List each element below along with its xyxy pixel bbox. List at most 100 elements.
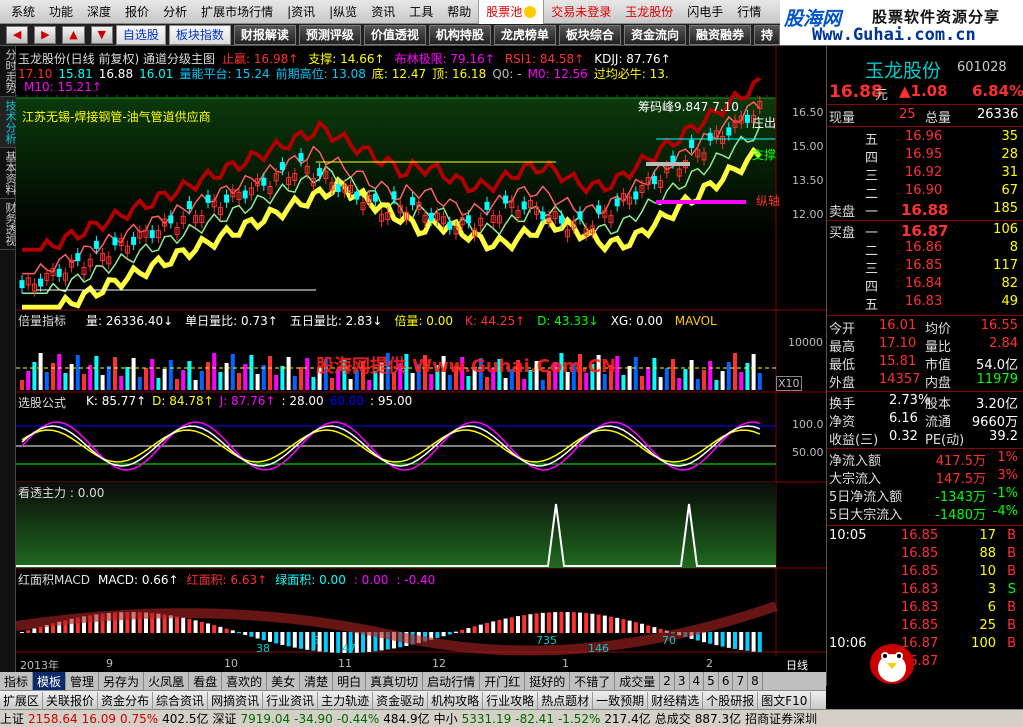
volume-bar (26, 371, 31, 390)
down-icon[interactable]: ▼ (90, 25, 113, 44)
menu-item-3[interactable]: 报价 (118, 0, 156, 24)
flow-label: 5日大宗流入 (829, 508, 903, 523)
watermark: 股海网提供 Www.Guhai.Com.CN (316, 356, 617, 377)
func-tab-1[interactable]: 关联报价 (43, 691, 99, 709)
menu-item-7[interactable]: |纵览 (322, 0, 364, 24)
toolbar-tab-6[interactable]: 资金流向 (623, 24, 686, 45)
menu-item-9[interactable]: 工具 (402, 0, 440, 24)
left-tab-0[interactable]: 分时走势 (0, 46, 17, 97)
toolbar-tab-7[interactable]: 融资融券 (688, 24, 751, 45)
toolbar-tab-light-1[interactable]: 板块指数 (168, 24, 231, 45)
macd-bar (584, 613, 589, 633)
trade-login-alert[interactable]: 交易未登录 (544, 0, 618, 24)
quote-panel: 玉龙股份 601028 16.88 元 ▲1.08 6.84% 现量 25 总量… (826, 46, 1023, 686)
func-tab-12[interactable]: 财经精选 (648, 691, 704, 709)
func-tab-13[interactable]: 个股研报 (703, 691, 759, 709)
menu-item-5[interactable]: 扩展市场行情 (194, 0, 280, 24)
menu-item-8[interactable]: 资讯 (364, 0, 402, 24)
view-tab-5[interactable]: 看盘 (189, 672, 223, 690)
menu-item-0[interactable]: 系统 (4, 0, 42, 24)
func-tab-6[interactable]: 主力轨迹 (318, 691, 374, 709)
view-tab-11[interactable]: 启动行情 (423, 672, 481, 690)
toolbar-tab-1[interactable]: 预测评级 (298, 24, 361, 45)
view-tab-7[interactable]: 美女 (267, 672, 301, 690)
candle (19, 280, 25, 289)
func-tab-3[interactable]: 综合资讯 (153, 691, 209, 709)
func-tab-11[interactable]: 一致预期 (593, 691, 649, 709)
template-num-3[interactable]: 3 (675, 672, 690, 690)
view-tab-4[interactable]: 火凤凰 (144, 672, 190, 690)
back-icon[interactable]: ◀ (6, 25, 29, 44)
flash-trade-button[interactable]: 闪电手 (680, 0, 730, 24)
func-tab-9[interactable]: 行业攻略 (483, 691, 539, 709)
chart-area[interactable]: 玉龙股份(日线 前复权) 通道分级主图 止赢: 16.98↑ 支撑: 14.66↑… (15, 46, 826, 658)
template-num-4[interactable]: 4 (690, 672, 705, 690)
volume-bar (156, 378, 161, 390)
func-tab-0[interactable]: 扩展区 (0, 691, 44, 709)
volume-bar (702, 370, 706, 390)
view-tab-10[interactable]: 真真切切 (366, 672, 424, 690)
func-tab-7[interactable]: 资金驱动 (373, 691, 429, 709)
func-tab-8[interactable]: 机构攻略 (428, 691, 484, 709)
view-tab-8[interactable]: 清楚 (300, 672, 334, 690)
stock-pool-button[interactable]: 股票池 (478, 0, 545, 24)
left-tab-1[interactable]: 技术分析 (0, 97, 17, 148)
view-tab-14[interactable]: 不错了 (570, 672, 616, 690)
vh-items-item-3: 倍量: 0.00 (394, 314, 454, 328)
menu-item-1[interactable]: 功能 (42, 0, 80, 24)
stock-link[interactable]: 玉龙股份 (618, 0, 680, 24)
toolbar-tab-2[interactable]: 价值透视 (363, 24, 426, 45)
view-tab-1[interactable]: 模板 (33, 672, 67, 690)
candle (503, 195, 509, 204)
macd-label-2: 47 (342, 642, 356, 655)
view-tab-0[interactable]: 指标 (0, 672, 34, 690)
view-tab-13[interactable]: 挺好的 (525, 672, 571, 690)
stock-pool-label: 股票池 (486, 5, 523, 19)
view-tab-12[interactable]: 开门红 (480, 672, 526, 690)
func-tab-14[interactable]: 图文F10 (758, 691, 812, 709)
menu-item-10[interactable]: 帮助 (440, 0, 478, 24)
view-tab-6[interactable]: 喜欢的 (222, 672, 268, 690)
macd-bar (323, 632, 328, 653)
left-tab-3[interactable]: 财务透视 (0, 199, 17, 250)
template-num-6[interactable]: 6 (719, 672, 734, 690)
view-tab-2[interactable]: 管理 (66, 672, 100, 690)
menu-item-4[interactable]: 分析 (156, 0, 194, 24)
stat-label: 均价 (925, 322, 952, 337)
template-num-8[interactable]: 8 (748, 672, 763, 690)
toolbar-tab-5[interactable]: 板块综合 (558, 24, 621, 45)
buy-level-2: 三 16.85 117 (827, 258, 1023, 277)
up-icon[interactable]: ▲ (62, 25, 85, 44)
func-tab-4[interactable]: 网摘资讯 (208, 691, 264, 709)
macd-bar (299, 632, 303, 649)
volume-bar (677, 378, 682, 390)
x-axis-label-0: 2013年 (20, 659, 59, 672)
toolbar-tab-light-0[interactable]: 自选股 (115, 24, 166, 45)
menu-item-6[interactable]: |资讯 (280, 0, 322, 24)
macd-bar (243, 632, 248, 635)
quote-button[interactable]: 行情 (730, 0, 768, 24)
func-tab-5[interactable]: 行业资讯 (263, 691, 319, 709)
stat-label: 净资 (829, 415, 856, 430)
toolbar-tab-3[interactable]: 机构持股 (428, 24, 491, 45)
template-num-7[interactable]: 7 (733, 672, 749, 690)
func-tab-2[interactable]: 资金分布 (98, 691, 154, 709)
view-tab-15[interactable]: 成交量 (615, 672, 661, 690)
period-label[interactable]: 日线 (786, 657, 808, 673)
left-tab-2[interactable]: 基本资料 (0, 148, 17, 199)
toolbar-tab-4[interactable]: 龙虎榜单 (493, 24, 556, 45)
stat2-row-2: 收益(三) 0.32 PE(动) 39.2 (827, 429, 1023, 448)
volume-bar (757, 373, 762, 390)
toolbar-tab-8[interactable]: 持 (753, 24, 780, 45)
template-num-5[interactable]: 5 (704, 672, 719, 690)
menu-item-2[interactable]: 深度 (80, 0, 118, 24)
view-tab-3[interactable]: 另存为 (99, 672, 145, 690)
toolbar-tab-0[interactable]: 财报解读 (233, 24, 296, 45)
template-num-2[interactable]: 2 (660, 672, 675, 690)
forward-icon[interactable]: ▶ (34, 25, 57, 44)
view-tab-9[interactable]: 明白 (333, 672, 367, 690)
volume-bar (330, 378, 334, 390)
level-vol: 67 (1001, 183, 1018, 198)
func-tab-10[interactable]: 热点题材 (538, 691, 594, 709)
macd-bar (578, 612, 582, 633)
